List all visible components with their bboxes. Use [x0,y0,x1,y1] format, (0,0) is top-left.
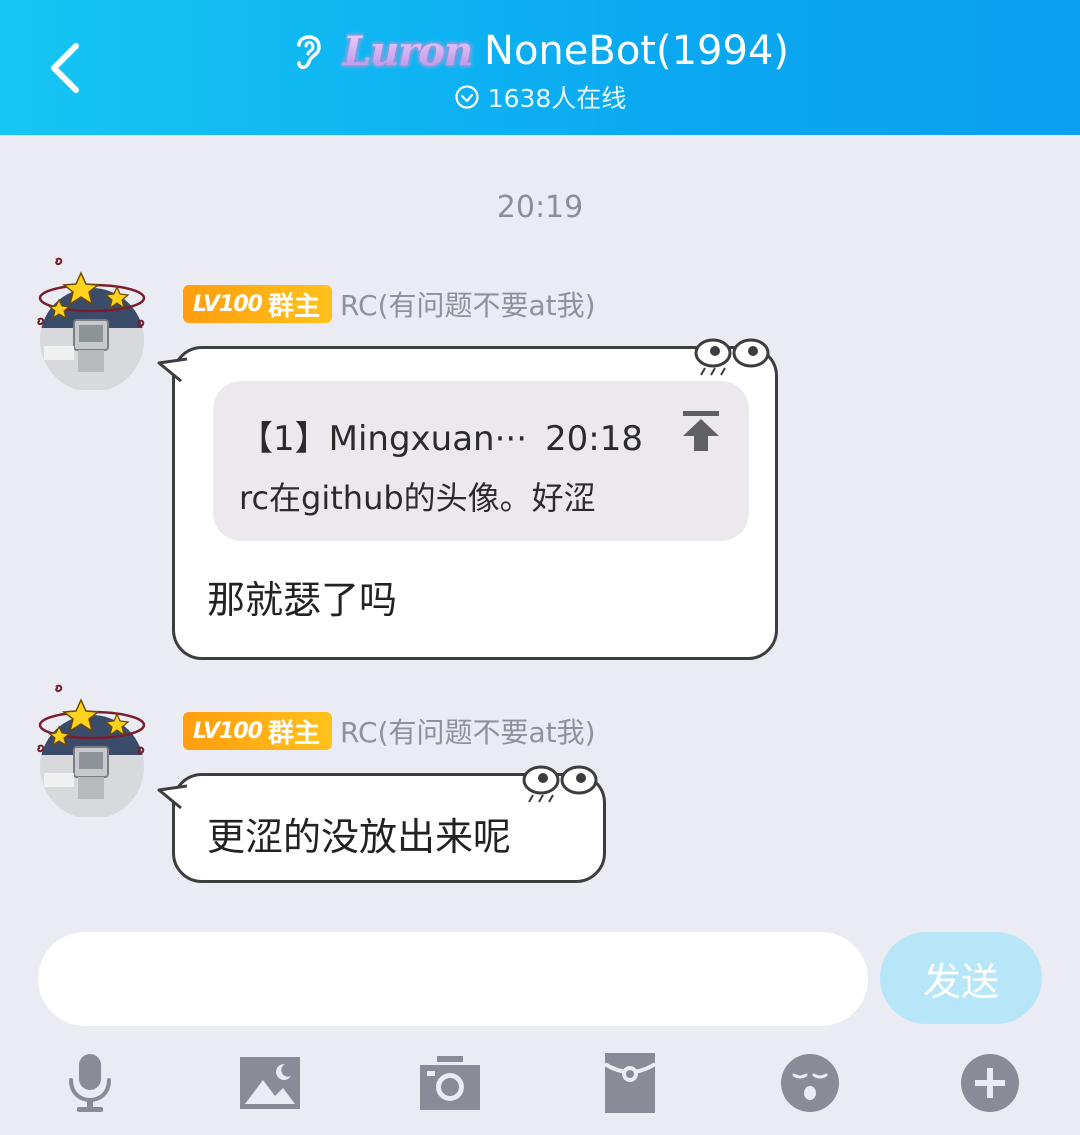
red-packet-button[interactable] [595,1048,665,1118]
image-icon [240,1057,300,1109]
quote-time: 20:18 [545,419,644,459]
level-badge: LV100 群主 [183,712,332,750]
voice-button[interactable] [55,1048,125,1118]
role-label: 群主 [267,291,320,322]
image-button[interactable] [235,1048,305,1118]
level-label: LV100 [193,718,263,744]
quote-author: 【1】Mingxuan··· [239,419,528,459]
bubble-tail [157,357,187,383]
sender-name: RC(有问题不要at我) [339,289,596,322]
role-label: 群主 [267,718,320,749]
title-row[interactable]: Luron NoneBot(1994) [0,22,1080,80]
eyes-decoration-icon [694,338,770,376]
message-text: 更涩的没放出来呢 [207,815,512,859]
red-packet-icon [604,1053,656,1113]
top-bar: Luron NoneBot(1994) 1638人在线 [0,0,1080,135]
ear-icon[interactable] [291,28,331,74]
send-button[interactable]: 发送 [880,932,1042,1024]
message-text: 那就瑟了吗 [207,578,398,622]
message-bubble[interactable]: 【1】Mingxuan··· 20:18 rc在github的头像。好涩 那就瑟了… [157,338,778,660]
camera-icon [420,1056,480,1110]
luron-badge: Luron [342,27,473,75]
plus-icon [961,1054,1019,1112]
emoji-button[interactable] [775,1048,845,1118]
sender-name: RC(有问题不要at我) [339,716,596,749]
online-check-icon [455,85,479,109]
quote-header: 【1】Mingxuan··· 20:18 [239,411,643,460]
eyes-decoration-icon [522,765,598,803]
message-input[interactable] [38,932,868,1026]
input-bar: 发送 [0,908,1080,1135]
message-bubble[interactable]: 更涩的没放出来呢 [157,765,606,883]
input-toolbar [0,1048,1080,1118]
online-status[interactable]: 1638人在线 [0,80,1080,114]
camera-button[interactable] [415,1048,485,1118]
jump-to-message-icon[interactable] [681,409,721,453]
avatar[interactable] [30,677,155,819]
chat-timestamp: 20:19 [496,190,584,225]
bubble-tail [157,784,187,810]
level-badge: LV100 群主 [183,285,332,323]
level-label: LV100 [193,291,263,317]
avatar[interactable] [30,250,155,392]
microphone-icon [69,1054,111,1112]
sender-line[interactable]: LV100 群主 RC(有问题不要at我) [183,711,596,751]
quote-text: rc在github的头像。好涩 [239,479,596,517]
emoji-icon [781,1054,839,1112]
group-title: NoneBot(1994) [484,28,789,74]
sender-line[interactable]: LV100 群主 RC(有问题不要at我) [183,284,596,324]
online-count: 1638人在线 [487,84,627,113]
reply-quote[interactable]: 【1】Mingxuan··· 20:18 rc在github的头像。好涩 [213,381,749,541]
more-button[interactable] [955,1048,1025,1118]
